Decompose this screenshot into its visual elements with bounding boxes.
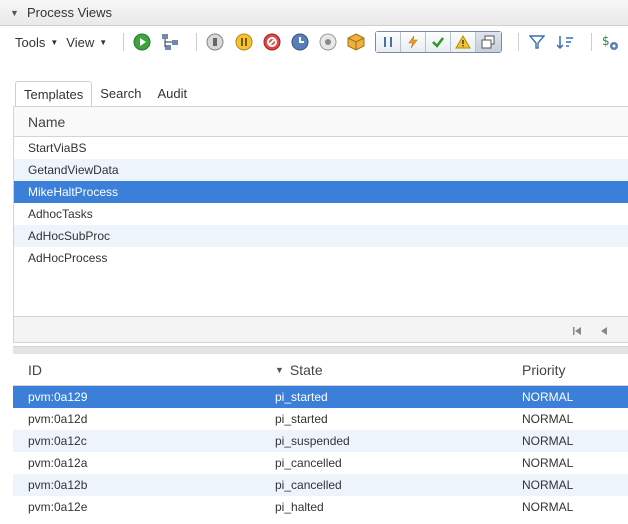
- toolbar-divider: [517, 33, 519, 51]
- schedule-icon[interactable]: [290, 31, 310, 53]
- instance-priority: NORMAL: [522, 478, 574, 492]
- toolbar-divider: [123, 33, 124, 51]
- template-name: AdHocProcess: [28, 251, 108, 265]
- stop-icon[interactable]: [205, 31, 225, 53]
- view-tabs: Templates Search Audit: [15, 81, 195, 107]
- start-process-icon[interactable]: [132, 31, 152, 53]
- pane-splitter[interactable]: [13, 346, 628, 354]
- cancel-icon[interactable]: [262, 31, 282, 53]
- tab-search[interactable]: Search: [92, 81, 149, 107]
- previous-page-icon[interactable]: [599, 325, 609, 339]
- sort-icon[interactable]: [555, 31, 575, 53]
- sort-descending-icon: ▼: [275, 365, 284, 375]
- lightning-icon[interactable]: [400, 32, 426, 52]
- instance-priority: NORMAL: [522, 500, 574, 514]
- toolbar-divider: [196, 33, 198, 51]
- state-filter-group: [374, 31, 502, 53]
- template-name: GetandViewData: [28, 163, 119, 177]
- instance-state: pi_halted: [275, 500, 324, 514]
- record-icon[interactable]: [318, 31, 338, 53]
- templates-grid-header: Name: [14, 107, 628, 137]
- template-row-selected[interactable]: MikeHaltProcess: [14, 181, 628, 203]
- instance-priority: NORMAL: [522, 434, 574, 448]
- column-header-priority[interactable]: Priority: [522, 362, 566, 378]
- pause-filter-icon[interactable]: [375, 32, 401, 52]
- templates-grid: Name StartViaBS GetandViewData MikeHaltP…: [13, 106, 628, 343]
- pagination-bar: [14, 316, 628, 342]
- filter-icon[interactable]: [526, 31, 546, 53]
- template-row[interactable]: AdHocSubProc: [14, 225, 628, 247]
- template-row[interactable]: AdHocProcess: [14, 247, 628, 269]
- instance-priority: NORMAL: [522, 412, 574, 426]
- tools-menu-label: Tools: [15, 34, 46, 50]
- copy-windows-icon[interactable]: [475, 32, 501, 52]
- checkmark-icon[interactable]: [425, 32, 451, 52]
- template-name: AdHocSubProc: [28, 229, 111, 243]
- view-menu[interactable]: View ▼: [66, 35, 107, 50]
- instance-row[interactable]: pvm:0a12a pi_cancelled NORMAL: [13, 452, 628, 474]
- template-row[interactable]: AdhocTasks: [14, 203, 628, 225]
- instance-id: pvm:0a12c: [28, 434, 87, 448]
- tools-menu[interactable]: Tools ▼: [15, 35, 58, 50]
- toolbar: Tools ▼ View ▼ $: [0, 27, 628, 57]
- collapse-toggle-icon[interactable]: ▼: [10, 8, 20, 18]
- view-menu-label: View: [66, 34, 95, 50]
- column-header-state-label: State: [289, 362, 323, 378]
- instance-priority: NORMAL: [522, 456, 574, 470]
- template-name: MikeHaltProcess: [28, 185, 119, 199]
- chevron-down-icon: ▼: [99, 37, 108, 47]
- instance-state: pi_started: [275, 412, 328, 426]
- column-header-id[interactable]: ID: [28, 362, 42, 378]
- instance-state: pi_started: [275, 390, 328, 404]
- warning-icon[interactable]: [450, 32, 476, 52]
- process-tree-icon[interactable]: [160, 31, 180, 53]
- instance-id: pvm:0a12d: [28, 412, 88, 426]
- template-name: StartViaBS: [28, 141, 87, 155]
- instances-grid: ID ▼ State Priority pvm:0a129 pi_started…: [13, 354, 628, 524]
- template-name: AdhocTasks: [28, 207, 93, 221]
- refresh-settings-icon[interactable]: $: [600, 31, 620, 53]
- instance-row[interactable]: pvm:0a12e pi_halted NORMAL: [13, 496, 628, 518]
- instance-id: pvm:0a12e: [28, 500, 88, 514]
- instance-row-selected[interactable]: pvm:0a129 pi_started NORMAL: [13, 386, 628, 408]
- panel-header: ▼ Process Views: [0, 0, 628, 26]
- instance-state: pi_cancelled: [275, 478, 342, 492]
- instance-state: pi_suspended: [275, 434, 350, 448]
- template-row[interactable]: GetandViewData: [14, 159, 628, 181]
- panel-title: Process Views: [27, 5, 113, 20]
- template-row[interactable]: StartViaBS: [14, 137, 628, 159]
- instance-row[interactable]: pvm:0a12b pi_cancelled NORMAL: [13, 474, 628, 496]
- instance-id: pvm:0a129: [28, 390, 88, 404]
- instance-priority: NORMAL: [522, 390, 574, 404]
- instance-row[interactable]: pvm:0a12d pi_started NORMAL: [13, 408, 628, 430]
- chevron-down-icon: ▼: [50, 37, 59, 47]
- instance-id: pvm:0a12b: [28, 478, 88, 492]
- svg-text:$: $: [602, 34, 610, 48]
- tab-templates[interactable]: Templates: [15, 81, 93, 107]
- instance-id: pvm:0a12a: [28, 456, 88, 470]
- toolbar-divider: [590, 33, 592, 51]
- instances-grid-header: ID ▼ State Priority: [13, 354, 628, 386]
- column-header-state[interactable]: ▼ State: [275, 362, 323, 378]
- pause-icon[interactable]: [234, 31, 254, 53]
- package-icon[interactable]: [346, 31, 366, 53]
- first-page-icon[interactable]: [572, 325, 582, 339]
- tab-audit[interactable]: Audit: [149, 81, 195, 107]
- instance-state: pi_cancelled: [275, 456, 342, 470]
- instance-row[interactable]: pvm:0a12c pi_suspended NORMAL: [13, 430, 628, 452]
- column-header-name[interactable]: Name: [14, 114, 65, 130]
